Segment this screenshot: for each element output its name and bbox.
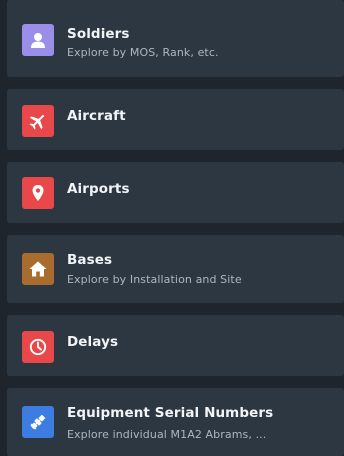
menu-item-title: Soldiers <box>67 26 130 42</box>
menu-item-equipment-serial-numbers[interactable]: Equipment Serial Numbers Explore individ… <box>7 388 344 456</box>
menu-item-title: Delays <box>67 334 119 350</box>
airplane-icon <box>22 105 54 137</box>
clock-icon <box>22 331 54 363</box>
menu-item-title: Bases <box>67 252 113 268</box>
menu-item-bases[interactable]: Bases Explore by Installation and Site <box>7 235 344 303</box>
satellite-icon <box>22 406 54 438</box>
menu-item-title: Equipment Serial Numbers <box>67 405 274 421</box>
location-pin-icon <box>22 177 54 209</box>
home-icon <box>22 253 54 285</box>
person-icon <box>22 24 54 56</box>
menu-item-subtitle: Explore individual M1A2 Abrams, ... <box>67 428 267 441</box>
menu-item-title: Aircraft <box>67 108 126 124</box>
menu-item-subtitle: Explore by Installation and Site <box>67 273 242 286</box>
menu-item-subtitle: Explore by MOS, Rank, etc. <box>67 46 219 59</box>
menu-item-airports[interactable]: Airports <box>7 162 344 223</box>
menu-item-aircraft[interactable]: Aircraft <box>7 89 344 150</box>
menu-item-delays[interactable]: Delays <box>7 315 344 376</box>
explore-menu-list: Soldiers Explore by MOS, Rank, etc. Airc… <box>0 0 344 456</box>
menu-item-soldiers[interactable]: Soldiers Explore by MOS, Rank, etc. <box>7 0 344 77</box>
menu-item-title: Airports <box>67 181 130 197</box>
